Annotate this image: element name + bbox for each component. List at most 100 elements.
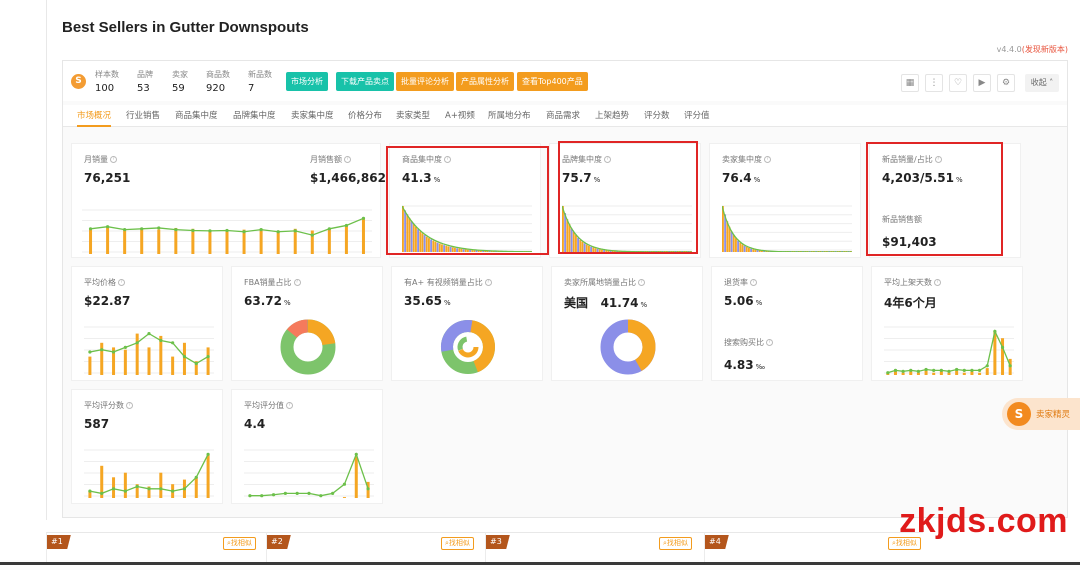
avg-price-chart (84, 326, 214, 375)
card-return-rate: 退货率? 5.06% 搜索购买比? 4.83 ‰ (711, 266, 863, 381)
chart-bar (754, 249, 757, 252)
chart-point (157, 226, 161, 230)
tab-market-overview[interactable]: 市场概况 (77, 109, 112, 127)
seller-concentration-label: 卖家集中度? (722, 154, 771, 165)
find-similar-button[interactable]: ⌕找相似 (223, 537, 256, 550)
chart-point (259, 228, 263, 232)
rank-card-1[interactable]: #1 ⌕找相似 (46, 532, 266, 565)
stat-brand: 品牌 53 (137, 70, 153, 94)
seller-region-donut-chart (600, 319, 656, 375)
chart-bar (157, 229, 161, 254)
chart-bar (100, 342, 104, 375)
highlight-product-concentration (386, 146, 549, 255)
chart-point (111, 487, 116, 491)
chart-point (939, 368, 943, 372)
card-avg-days: 平均上架天数? 4年6个月 (871, 266, 1023, 381)
rank-card-3[interactable]: #3 ⌕找相似 (485, 532, 704, 565)
tab-region-distribution[interactable]: 所属地分布 (488, 109, 531, 121)
new-version-link[interactable]: (发现新版本) (1022, 45, 1068, 54)
download-selling-points-button[interactable]: 下载产品卖点 (336, 72, 394, 91)
rank-card-2[interactable]: #2 ⌕找相似 (266, 532, 485, 565)
chart-bar (735, 238, 737, 252)
tab-seller-concentration[interactable]: 卖家集中度 (291, 109, 334, 121)
tab-rating[interactable]: 评分值 (684, 109, 710, 121)
tab-brand-concentration[interactable]: 品牌集中度 (233, 109, 276, 121)
panel-toolbar: S 样本数 100 品牌 53 卖家 59 商品数 920 新品数 7 市场分析 下载产品… (63, 61, 1067, 101)
chart-bar (962, 372, 966, 375)
tab-aplus-video[interactable]: A+视频 (445, 109, 475, 121)
chart-point (88, 350, 92, 354)
chart-point (191, 228, 195, 233)
chart-point (225, 228, 229, 233)
video-icon[interactable]: ▶ (973, 74, 991, 92)
chart-point (111, 350, 116, 354)
settings-icon[interactable]: ⚙ (997, 74, 1015, 92)
tab-listing-trend[interactable]: 上架趋势 (595, 109, 629, 121)
chart-point (182, 355, 187, 359)
chart-point (307, 491, 311, 495)
chart-line (249, 452, 369, 497)
monthly-sales-chart (82, 209, 372, 254)
view-top400-button[interactable]: 查看Top400产品 (517, 72, 588, 91)
grid-icon[interactable]: ▦ (901, 74, 919, 92)
chart-point (354, 452, 358, 456)
tab-product-concentration[interactable]: 商品集中度 (175, 109, 218, 121)
chart-bar (293, 228, 297, 254)
search-purchase-ratio-value: 4.83 ‰ (724, 358, 766, 372)
chart-point (924, 367, 928, 372)
avg-rating-value: 4.4 (244, 417, 266, 431)
chart-point (171, 341, 175, 345)
chart-bar (932, 372, 936, 375)
aplus-label: 有A+ 有视频销量占比? (404, 277, 492, 288)
chart-point (135, 341, 139, 345)
chart-bar (89, 228, 93, 254)
find-similar-button[interactable]: ⌕找相似 (659, 537, 692, 550)
avg-review-count-label: 平均评分数? (84, 400, 133, 411)
collapse-button[interactable]: 收起 ˄ (1025, 74, 1059, 92)
tab-price-distribution[interactable]: 价格分布 (348, 109, 382, 121)
rank-card-4[interactable]: #4 ⌕找相似 (704, 532, 923, 565)
seller-sprite-sticker[interactable]: S 卖家精灵 (1002, 398, 1080, 430)
market-analysis-button[interactable]: 市场分析 (286, 72, 328, 91)
tab-seller-type[interactable]: 卖家类型 (396, 109, 430, 121)
rank-badge: #4 (705, 535, 729, 549)
more-icon[interactable]: ⋮ (925, 74, 943, 92)
chart-point (271, 493, 276, 497)
tab-industry-sales[interactable]: 行业销售 (126, 109, 160, 121)
chart-bar (752, 249, 755, 252)
heart-icon[interactable]: ♡ (949, 74, 967, 92)
chart-bar (737, 240, 740, 252)
chart-bar (730, 231, 733, 252)
chart-bar (741, 244, 744, 252)
chart-point (206, 355, 210, 359)
monthly-revenue-label: 月销售额? (310, 154, 351, 165)
chart-bar (147, 347, 151, 375)
chart-bar (739, 242, 742, 252)
chart-point (140, 227, 144, 231)
rank-badge: #2 (267, 535, 291, 549)
chart-bar (182, 342, 186, 375)
chart-point (985, 364, 989, 368)
chart-bar (916, 372, 920, 375)
seller-region-country: 美国 (564, 296, 589, 310)
chart-bar (123, 228, 127, 254)
chart-point (260, 494, 264, 498)
monthly-sales-label: 月销量? (84, 154, 117, 165)
chart-bar (259, 228, 263, 254)
chart-point (970, 368, 974, 372)
tab-product-demand[interactable]: 商品需求 (546, 109, 580, 121)
chart-bar (732, 235, 735, 252)
product-attribute-analysis-button[interactable]: 产品属性分析 (456, 72, 514, 91)
version-label[interactable]: v4.4.0(发现新版本) (997, 44, 1068, 55)
fba-donut-chart (280, 319, 336, 375)
find-similar-button[interactable]: ⌕找相似 (441, 537, 474, 550)
avg-review-count-chart (84, 449, 214, 498)
chart-bar (342, 497, 346, 498)
card-avg-rating: 平均评分值? 4.4 (231, 389, 383, 504)
chart-bar (901, 372, 905, 375)
tab-review-count[interactable]: 评分数 (644, 109, 670, 121)
chart-point (194, 361, 198, 366)
chart-point (171, 489, 175, 493)
rank-badge: #1 (47, 535, 71, 549)
batch-review-analysis-button[interactable]: 批量评论分析 (396, 72, 454, 91)
